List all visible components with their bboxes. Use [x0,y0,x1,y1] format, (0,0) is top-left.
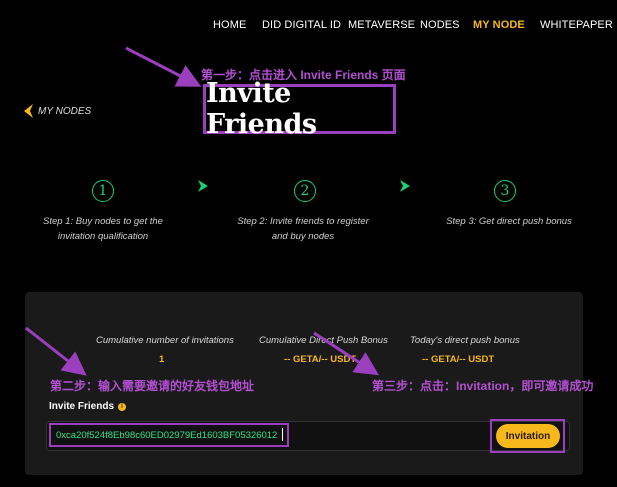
back-label: MY NODES [38,105,92,117]
nav-nodes[interactable]: NODES [420,19,460,31]
invitation-button[interactable]: Invitation [496,424,560,448]
stat-today-bonus-label: Today's direct push bonus [410,335,520,346]
page-title-highlight: Invite Friends [203,78,396,140]
invite-friends-label: Invite Friends i [49,401,127,412]
info-icon[interactable]: i [118,402,127,411]
stat-cumulative-bonus-value: -- GETA/-- USDT [284,354,357,365]
annotation-step3: 第三步：点击：Invitation，即可邀请成功 [372,379,594,393]
nav-my-node[interactable]: MY NODE [473,19,525,31]
step-3-number: 3 [494,180,516,202]
stat-invitations-label: Cumulative number of invitations [96,335,234,346]
stat-cumulative-bonus-label: Cumulative Direct Push Bonus [259,335,388,346]
step-1-number: 1 [92,180,114,202]
step-arrow-icon [198,180,208,192]
step-1-text: Step 1: Buy nodes to get the invitation q… [43,216,163,242]
step-2-text: Step 2: Invite friends to register and bu… [237,216,369,242]
back-my-nodes-link[interactable]: MY NODES [24,104,91,118]
nav-did-digital-id[interactable]: DID DIGITAL ID [262,19,341,31]
step-2-number: 2 [294,180,316,202]
page-title: Invite Friends [206,78,317,140]
nav-metaverse[interactable]: METAVERSE [348,19,415,31]
step-arrow-icon [400,180,410,192]
chevron-left-icon [24,104,33,118]
top-nav: HOME DID DIGITAL ID METAVERSE NODES MY N… [200,19,613,33]
wallet-address-value[interactable]: 0xca20f524f8Eb98c60ED02979Ed1603BF053260… [56,430,277,441]
nav-home[interactable]: HOME [213,19,246,31]
stat-today-bonus-value: -- GETA/-- USDT [422,354,495,365]
annotation-arrow-1 [125,46,202,87]
stat-invitations-value: 1 [159,354,165,365]
annotation-step2: 第二步：输入需要邀请的好友钱包地址 [50,379,255,393]
text-caret [282,428,283,441]
step-3-text: Step 3: Get direct push bonus [446,216,572,227]
nav-whitepaper[interactable]: WHITEPAPER [540,19,613,31]
